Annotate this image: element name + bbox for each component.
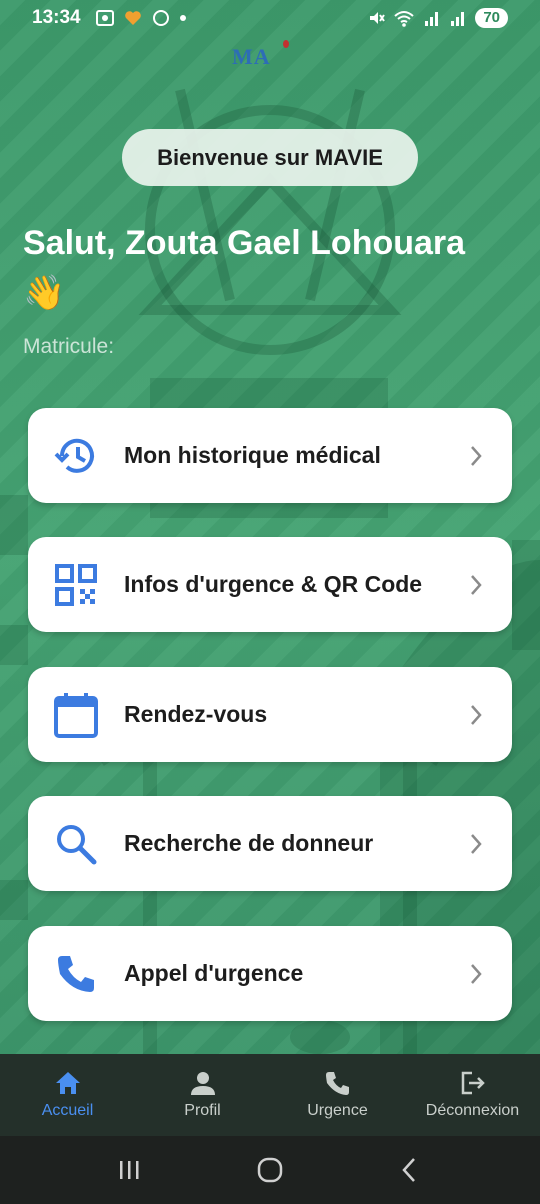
mute-icon — [370, 12, 386, 24]
menu-item-emergency-info[interactable]: Infos d'urgence & QR Code — [28, 537, 512, 632]
signal-icon-2 — [451, 12, 465, 26]
menu-item-medical-history[interactable]: Mon historique médical — [28, 408, 512, 503]
whatsapp-icon — [152, 10, 169, 26]
menu-label: Rendez-vous — [124, 701, 268, 727]
chevron-right-icon — [464, 703, 488, 727]
screenshot-icon — [95, 10, 114, 26]
wave-emoji: 👋 — [23, 274, 66, 312]
menu-item-appointments[interactable]: Rendez-vous — [28, 667, 512, 762]
qr-code-icon — [50, 559, 102, 611]
menu-item-donor-search[interactable]: Recherche de donneur — [28, 796, 512, 891]
nav-label: Déconnexion — [425, 1102, 520, 1119]
status-notification-icons — [95, 8, 187, 28]
back-icon[interactable] — [396, 1156, 424, 1184]
person-icon — [190, 1072, 215, 1095]
heart-icon — [124, 11, 141, 25]
nav-item-profile[interactable]: Profil — [135, 1054, 270, 1136]
search-icon — [50, 818, 102, 870]
nav-item-emergency[interactable]: Urgence — [270, 1054, 405, 1136]
home-icon — [55, 1072, 80, 1094]
chevron-right-icon — [464, 444, 488, 468]
app-logo: MA — [232, 44, 271, 69]
welcome-chip: Bienvenue sur MAVIE — [122, 129, 418, 186]
history-icon — [50, 430, 102, 482]
signal-icon — [425, 12, 439, 26]
wifi-icon — [394, 11, 414, 27]
matricule-label: Matricule: — [23, 335, 115, 358]
chevron-right-icon — [464, 832, 488, 856]
bottom-navigation: Accueil Profil Urgence Déconnexion — [0, 1054, 540, 1136]
chevron-right-icon — [464, 962, 488, 986]
nav-label: Profil — [184, 1102, 221, 1119]
nav-label: Urgence — [307, 1102, 368, 1119]
status-time: 13:34 — [32, 7, 81, 28]
greeting-text: Salut, Zouta Gael Lohouara — [23, 224, 466, 262]
menu-item-emergency-call[interactable]: Appel d'urgence — [28, 926, 512, 1021]
phone-icon — [50, 948, 102, 1000]
nav-item-home[interactable]: Accueil — [0, 1054, 135, 1136]
greeting: Salut, Zouta Gael Lohouara 👋 — [23, 220, 503, 316]
battery-indicator: 70 — [475, 8, 508, 28]
dot-icon — [179, 15, 186, 21]
home-button-icon[interactable] — [256, 1156, 284, 1184]
logout-icon — [461, 1071, 485, 1095]
menu-label: Recherche de donneur — [124, 830, 374, 856]
menu-label: Mon historique médical — [124, 442, 381, 468]
nav-item-logout[interactable]: Déconnexion — [405, 1054, 540, 1136]
status-bar: 13:34 70 — [0, 0, 540, 36]
recent-apps-icon[interactable] — [116, 1158, 144, 1182]
calendar-icon — [50, 689, 102, 741]
phone-icon — [325, 1072, 349, 1095]
status-system-icons: 70 — [367, 8, 508, 28]
menu-label: Appel d'urgence — [124, 960, 304, 986]
system-navigation-bar — [0, 1136, 540, 1204]
logo-drop-icon — [283, 40, 289, 48]
chevron-right-icon — [464, 573, 488, 597]
nav-label: Accueil — [41, 1102, 94, 1119]
menu-label: Infos d'urgence & QR Code — [124, 571, 423, 597]
